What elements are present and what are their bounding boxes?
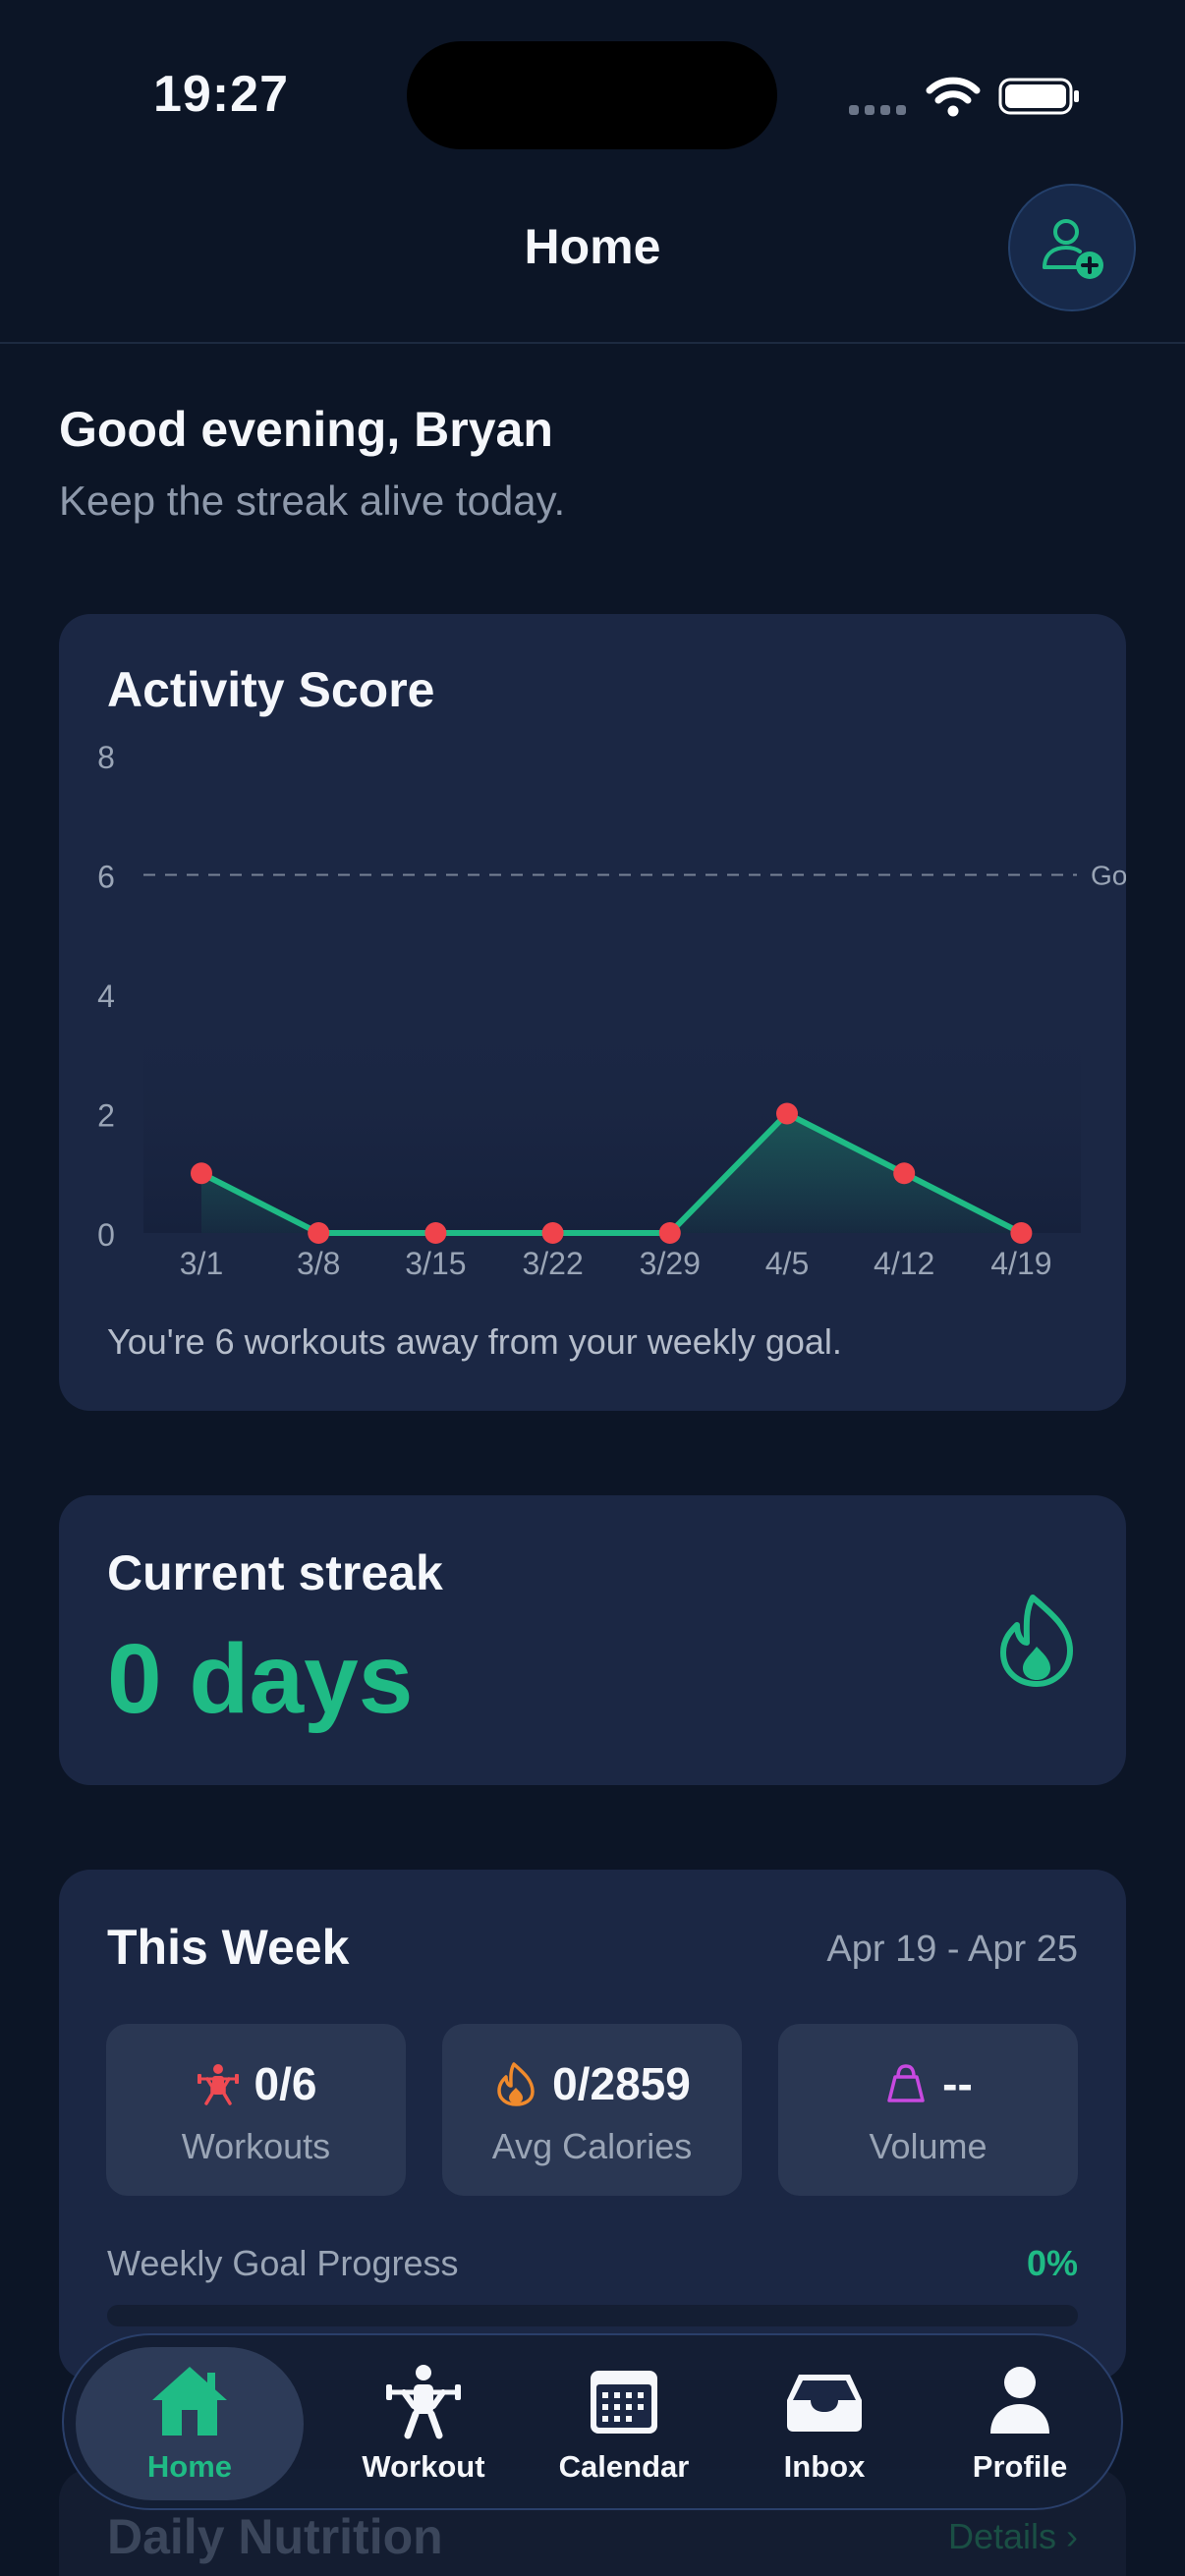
profile-icon	[990, 2367, 1049, 2434]
greeting-title: Good evening, Bryan	[59, 402, 553, 457]
workout-icon	[386, 2365, 461, 2439]
data-point	[893, 1162, 916, 1185]
tab-profile-label: Profile	[972, 2449, 1068, 2484]
x-tick-label: 3/29	[640, 1246, 701, 1281]
goal-line-label: Go	[1091, 861, 1126, 891]
calories-stat-tile[interactable]: 0/2859 Avg Calories	[442, 2024, 742, 2196]
tab-workout-label: Workout	[362, 2449, 485, 2484]
greeting-subtitle: Keep the streak alive today.	[59, 477, 566, 524]
current-streak-card[interactable]: Current streak 0 days	[59, 1495, 1126, 1785]
add-friend-button[interactable]	[1008, 184, 1136, 311]
x-tick-label: 3/8	[297, 1246, 340, 1281]
y-tick-label: 2	[97, 1098, 115, 1134]
data-point	[191, 1162, 212, 1185]
workouts-stat-tile[interactable]: 0/6 Workouts	[106, 2024, 406, 2196]
add-person-icon	[1043, 219, 1103, 279]
x-tick-label: 4/12	[874, 1246, 934, 1281]
week-date-range: Apr 19 - Apr 25	[826, 1929, 1078, 1970]
y-tick-label: 4	[97, 979, 115, 1014]
tab-profile[interactable]: Profile	[929, 2347, 1111, 2500]
y-tick-label: 6	[97, 860, 115, 895]
weekly-goal-percent: 0%	[1026, 2243, 1078, 2283]
wifi-icon	[926, 77, 981, 117]
data-point	[308, 1222, 330, 1244]
tab-calendar-label: Calendar	[558, 2449, 690, 2484]
workouts-label: Workouts	[181, 2126, 331, 2166]
activity-score-card[interactable]: Activity Score 0 2 4 6 8 Go 3/1 3/8 3/15 3/22 3/29…	[59, 614, 1126, 1411]
battery-icon	[998, 78, 1079, 115]
x-tick-label: 3/1	[180, 1246, 223, 1281]
tab-inbox-label: Inbox	[783, 2449, 866, 2484]
workouts-value: 0/6	[254, 2058, 317, 2109]
tab-bar: Home Workout Calendar Inbox Profile	[62, 2333, 1123, 2510]
tab-home[interactable]: Home	[76, 2347, 304, 2500]
calories-value: 0/2859	[552, 2058, 691, 2109]
data-point	[776, 1102, 798, 1125]
volume-value: --	[942, 2058, 973, 2109]
weekly-goal-progress-bar	[107, 2305, 1078, 2326]
tab-workout[interactable]: Workout	[327, 2347, 520, 2500]
dynamic-island	[407, 41, 777, 149]
data-point	[541, 1222, 564, 1244]
home-icon	[152, 2367, 227, 2436]
calories-label: Avg Calories	[491, 2126, 693, 2166]
streak-value: 0 days	[107, 1624, 414, 1734]
activity-note: You're 6 workouts away from your weekly …	[107, 1321, 842, 1362]
nutrition-title: Daily Nutrition	[107, 2509, 443, 2564]
this-week-title: This Week	[107, 1920, 350, 1975]
tab-home-label: Home	[146, 2449, 233, 2484]
flame-icon	[1000, 1595, 1073, 1687]
tab-inbox[interactable]: Inbox	[728, 2347, 921, 2500]
data-point	[1010, 1222, 1033, 1244]
weekly-goal-label: Weekly Goal Progress	[107, 2243, 459, 2283]
x-tick-label: 4/19	[990, 1246, 1051, 1281]
inbox-icon	[787, 2375, 862, 2432]
header-divider	[0, 342, 1185, 344]
x-tick-label: 3/22	[522, 1246, 583, 1281]
x-tick-label: 3/15	[405, 1246, 466, 1281]
activity-chart: 0 2 4 6 8 Go 3/1 3/8 3/15 3/22 3/29 4/5 4/12 4/19	[97, 740, 1126, 1281]
volume-stat-tile[interactable]: -- Volume	[778, 2024, 1078, 2196]
lifter-icon	[197, 2064, 239, 2105]
tab-calendar[interactable]: Calendar	[528, 2347, 720, 2500]
this-week-card: This Week Apr 19 - Apr 25 0/6 Workouts 0…	[59, 1870, 1126, 2380]
nutrition-details-link[interactable]: Details ›	[948, 2516, 1078, 2557]
status-time: 19:27	[153, 66, 289, 123]
home-screen: 19:27 Home Good evening, Bryan Keep the …	[0, 0, 1185, 2576]
data-point	[424, 1222, 447, 1244]
data-point	[658, 1222, 681, 1244]
calendar-icon	[591, 2371, 657, 2434]
streak-title: Current streak	[107, 1545, 443, 1600]
x-tick-label: 4/5	[765, 1246, 809, 1281]
cellular-signal-icon	[849, 102, 908, 118]
flame-small-icon	[497, 2062, 535, 2106]
kettlebell-icon	[887, 2064, 925, 2102]
y-tick-label: 0	[97, 1217, 115, 1253]
y-tick-label: 8	[97, 740, 115, 775]
volume-label: Volume	[869, 2126, 988, 2166]
